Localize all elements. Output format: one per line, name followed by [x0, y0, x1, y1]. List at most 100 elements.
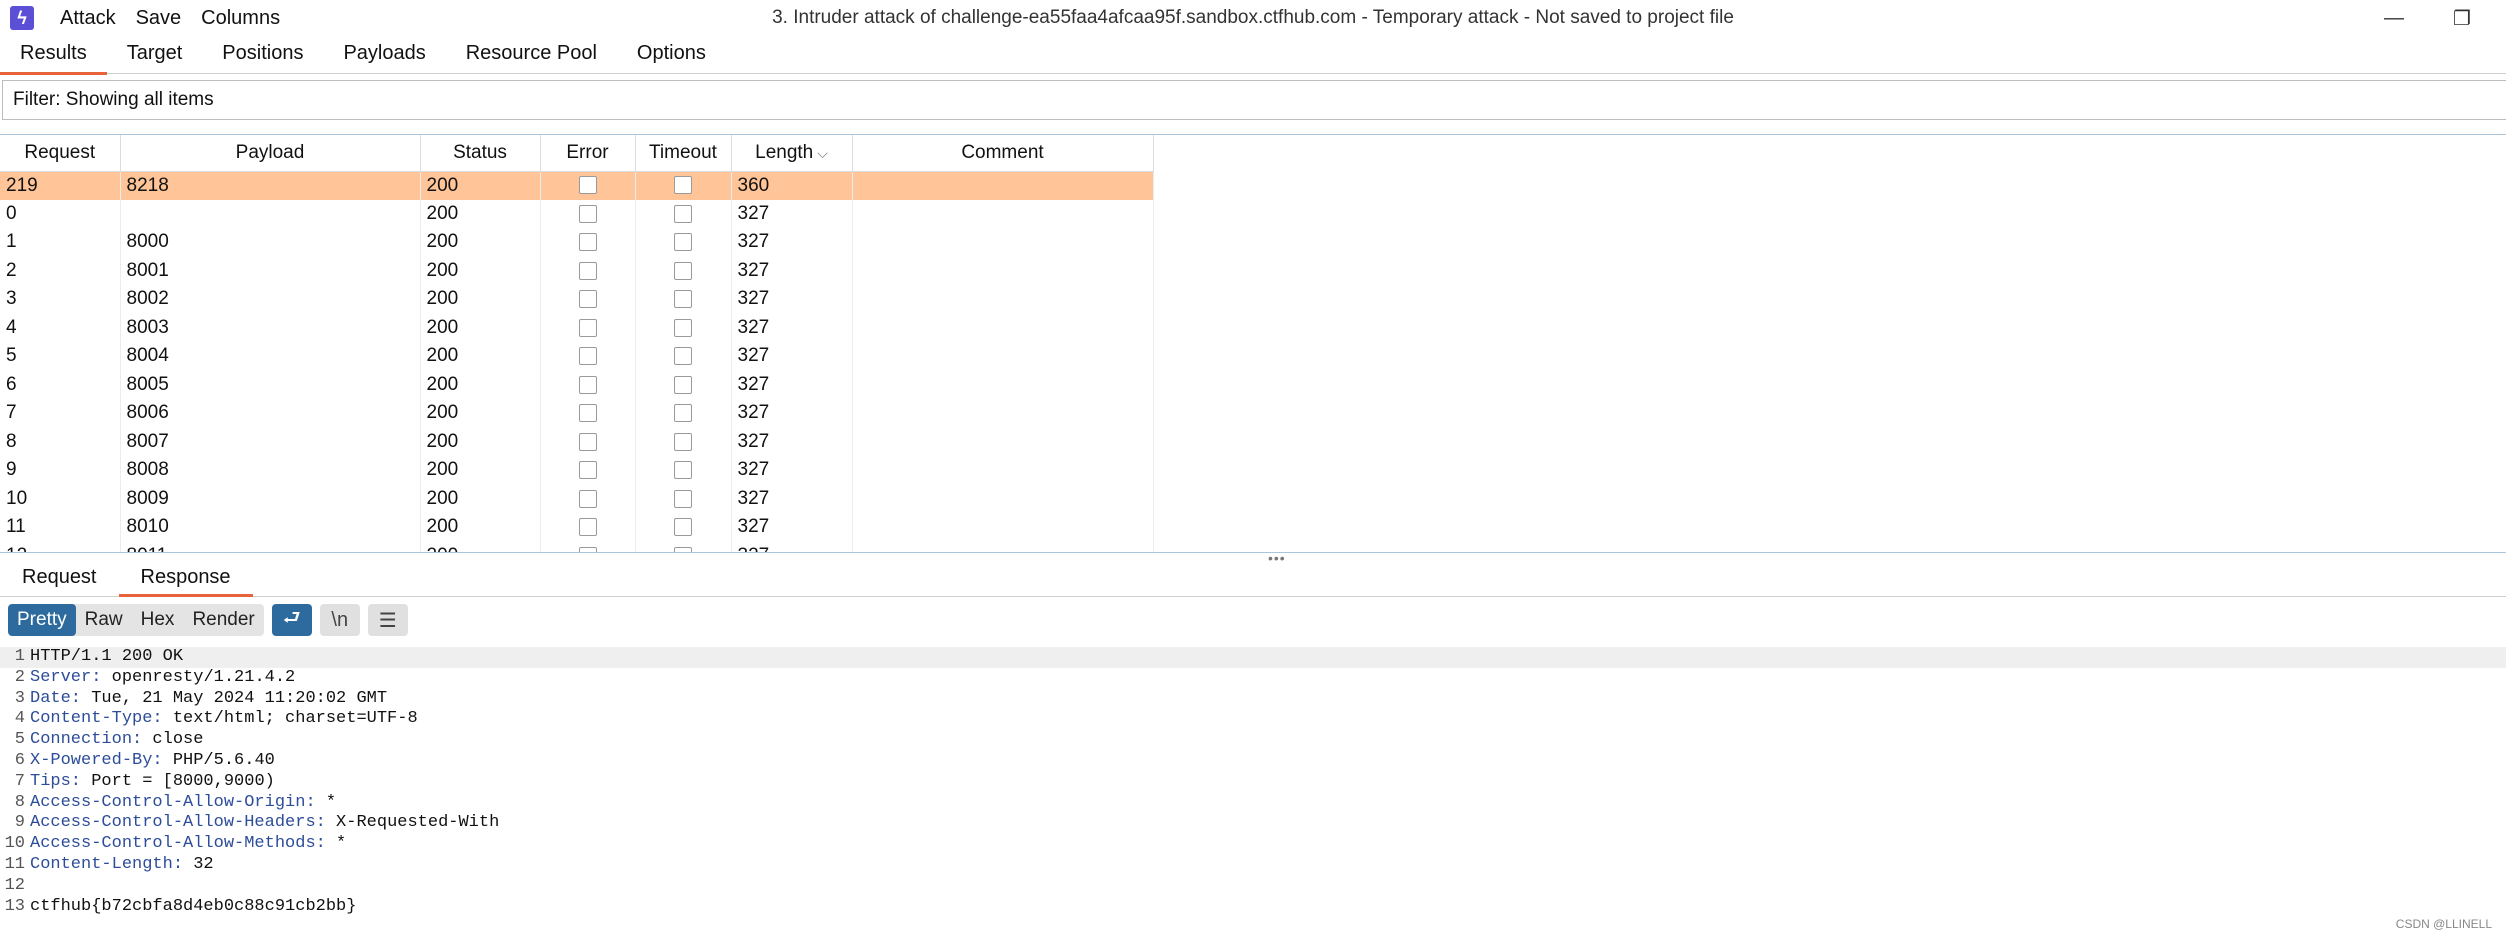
- column-header-status[interactable]: Status: [420, 135, 541, 172]
- error-checkbox[interactable]: [578, 261, 597, 280]
- response-editor[interactable]: 1 HTTP/1.1 200 OK 2 Server: openresty/1.21.…: [0, 647, 2506, 927]
- tab-resource-pool[interactable]: Resource Pool: [446, 36, 617, 74]
- error-checkbox[interactable]: [578, 404, 597, 423]
- timeout-checkbox[interactable]: [674, 233, 692, 252]
- filter-bar[interactable]: Filter: Showing all items: [2, 80, 2506, 120]
- view-mode-group: Pretty Raw Hex Render: [8, 604, 264, 636]
- pretty-button[interactable]: Pretty: [8, 604, 76, 636]
- timeout-checkbox[interactable]: [674, 347, 692, 366]
- newline-icon[interactable]: \n: [319, 604, 360, 636]
- column-header-timeout[interactable]: Timeout: [635, 135, 732, 172]
- error-checkbox[interactable]: [578, 432, 597, 451]
- cell-payload: 8003: [120, 313, 421, 342]
- tab-payloads[interactable]: Payloads: [323, 36, 445, 74]
- wrap-lines-icon[interactable]: ⮐: [271, 604, 312, 636]
- error-checkbox[interactable]: [578, 318, 597, 337]
- table-row[interactable]: 219 8218 200 360: [0, 171, 1154, 200]
- cell-length: 327: [731, 228, 853, 257]
- error-checkbox[interactable]: [578, 461, 597, 480]
- header-name: Connection:: [30, 730, 143, 750]
- cell-length: 327: [731, 256, 853, 285]
- tab-request[interactable]: Request: [0, 559, 119, 596]
- table-row[interactable]: 8 8007 200 327: [0, 427, 1154, 456]
- error-checkbox[interactable]: [578, 347, 597, 366]
- error-checkbox[interactable]: [578, 233, 597, 252]
- raw-button[interactable]: Raw: [76, 604, 132, 636]
- line-number: 4: [14, 709, 25, 729]
- response-line: 11 Content-Length: 32: [0, 855, 2506, 876]
- cell-comment: [852, 313, 1154, 342]
- hex-button[interactable]: Hex: [132, 604, 184, 636]
- line-number: 11: [4, 854, 25, 874]
- cell-timeout: [635, 313, 732, 342]
- pane-splitter[interactable]: [0, 552, 2506, 556]
- table-row[interactable]: 5 8004 200 327: [0, 342, 1154, 371]
- cell-timeout: [635, 513, 732, 542]
- table-row[interactable]: 4 8003 200 327: [0, 313, 1154, 342]
- timeout-checkbox[interactable]: [674, 489, 692, 508]
- response-line: 5 Connection: close: [0, 730, 2506, 751]
- tab-target[interactable]: Target: [107, 36, 203, 74]
- timeout-checkbox[interactable]: [674, 432, 692, 451]
- minimize-icon[interactable]: —: [2384, 7, 2404, 30]
- timeout-checkbox[interactable]: [674, 290, 692, 309]
- tab-results[interactable]: Results: [0, 36, 107, 75]
- line-number: 5: [14, 730, 25, 750]
- viewer-toolbar: Pretty Raw Hex Render ⮐ \n ☰: [8, 604, 408, 636]
- response-line: 12: [0, 876, 2506, 897]
- table-row[interactable]: 0 200 327: [0, 199, 1154, 228]
- table-row[interactable]: 3 8002 200 327: [0, 285, 1154, 314]
- table-row[interactable]: 2 8001 200 327: [0, 256, 1154, 285]
- cell-error: [540, 513, 636, 542]
- column-header-request[interactable]: Request: [0, 135, 121, 172]
- table-row[interactable]: 11 8010 200 327: [0, 513, 1154, 542]
- table-row[interactable]: 6 8005 200 327: [0, 370, 1154, 399]
- timeout-checkbox[interactable]: [674, 375, 692, 394]
- menu-save[interactable]: Save: [136, 7, 182, 30]
- timeout-checkbox[interactable]: [674, 261, 692, 280]
- header-name: Access-Control-Allow-Headers:: [30, 813, 326, 833]
- tab-positions[interactable]: Positions: [202, 36, 323, 74]
- cell-status: 200: [420, 313, 541, 342]
- line-number: 7: [14, 771, 25, 791]
- table-row[interactable]: 7 8006 200 327: [0, 399, 1154, 428]
- error-checkbox[interactable]: [578, 176, 597, 195]
- error-checkbox[interactable]: [578, 518, 597, 537]
- timeout-checkbox[interactable]: [674, 204, 692, 223]
- column-header-length[interactable]: Length ⌵: [731, 135, 853, 172]
- cell-timeout: [635, 399, 732, 428]
- column-header-payload[interactable]: Payload: [120, 135, 421, 172]
- table-row[interactable]: 1 8000 200 327: [0, 228, 1154, 257]
- cell-length: 327: [731, 285, 853, 314]
- cell-timeout: [635, 541, 732, 552]
- cell-status: 200: [420, 342, 541, 371]
- header-name: Content-Length:: [30, 854, 184, 874]
- header-name: Tips:: [30, 771, 82, 791]
- cell-timeout: [635, 256, 732, 285]
- error-checkbox[interactable]: [578, 375, 597, 394]
- restore-icon[interactable]: ❐: [2452, 6, 2472, 31]
- cell-timeout: [635, 370, 732, 399]
- timeout-checkbox[interactable]: [674, 518, 692, 537]
- column-header-error[interactable]: Error: [540, 135, 636, 172]
- tab-options[interactable]: Options: [617, 36, 726, 74]
- timeout-checkbox[interactable]: [674, 176, 692, 195]
- table-row[interactable]: 9 8008 200 327: [0, 456, 1154, 485]
- table-row[interactable]: 128011200 327: [0, 541, 1154, 552]
- tab-response[interactable]: Response: [118, 559, 253, 597]
- error-checkbox[interactable]: [578, 204, 597, 223]
- timeout-checkbox[interactable]: [674, 461, 692, 480]
- column-header-comment[interactable]: Comment: [852, 135, 1154, 172]
- menu-icon[interactable]: ☰: [367, 604, 408, 636]
- menu-columns[interactable]: Columns: [201, 7, 280, 30]
- table-row[interactable]: 10 8009 200 327: [0, 484, 1154, 513]
- response-line: 4 Content-Type: text/html; charset=UTF-8: [0, 709, 2506, 730]
- error-checkbox[interactable]: [578, 489, 597, 508]
- menu-attack[interactable]: Attack: [60, 7, 116, 30]
- error-checkbox[interactable]: [578, 290, 597, 309]
- timeout-checkbox[interactable]: [674, 404, 692, 423]
- cell-timeout: [635, 228, 732, 257]
- render-button[interactable]: Render: [183, 604, 263, 636]
- timeout-checkbox[interactable]: [674, 318, 692, 337]
- line-number: 10: [4, 834, 25, 854]
